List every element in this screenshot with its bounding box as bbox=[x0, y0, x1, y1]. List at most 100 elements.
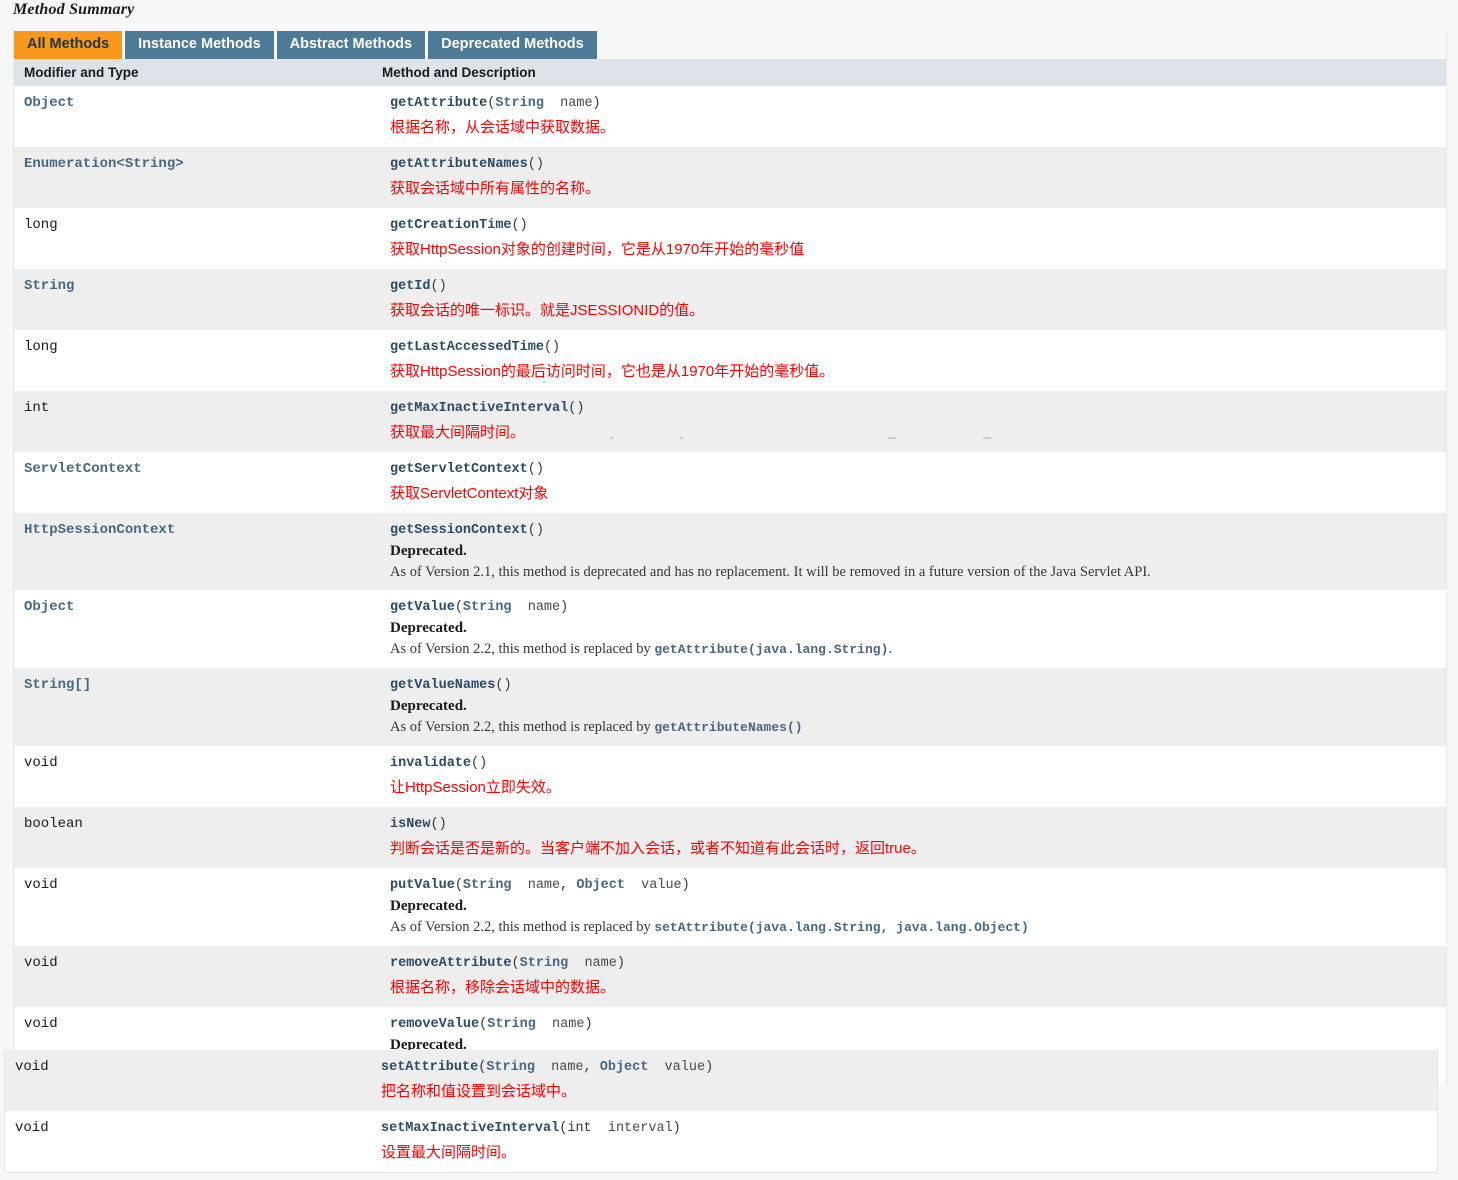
type-link[interactable]: ServletContext bbox=[24, 461, 142, 477]
param-name: value bbox=[648, 1060, 706, 1075]
method-signature: getLastAccessedTime() bbox=[390, 340, 561, 355]
param-type-link[interactable]: String bbox=[486, 1060, 535, 1075]
table-row: int getMaxInactiveInterval() 获取最大间隔时间。 bbox=[14, 391, 1446, 452]
type-link[interactable]: Object bbox=[24, 599, 74, 615]
type-text: int bbox=[24, 400, 50, 416]
deprecated-label: Deprecated. bbox=[390, 543, 467, 559]
method-signature: getAttribute(String name) bbox=[390, 96, 601, 111]
deprecated-label: Deprecated. bbox=[390, 620, 467, 636]
method-name[interactable]: getSessionContext bbox=[390, 523, 528, 538]
tab-all-methods[interactable]: All Methods bbox=[14, 31, 123, 59]
type-text: long bbox=[24, 339, 58, 355]
param-name: name bbox=[511, 878, 561, 893]
method-signature: invalidate() bbox=[390, 756, 488, 771]
table-header-row: Modifier and Type Method and Description bbox=[14, 59, 1446, 86]
method-filter-tabs: All Methods Instance Methods Abstract Meth… bbox=[14, 31, 1446, 59]
method-name[interactable]: getMaxInactiveInterval bbox=[390, 401, 568, 416]
replacement-method-link[interactable]: setAttribute(java.lang.String, java.lang… bbox=[654, 920, 1028, 935]
cell-method-and-description: setMaxInactiveInterval(int interval) 设置最大… bbox=[371, 1111, 1437, 1172]
method-name[interactable]: getValueNames bbox=[390, 678, 495, 693]
cell-modifier-and-type: HttpSessionContext bbox=[14, 513, 380, 590]
param-type: int bbox=[567, 1121, 592, 1136]
tab-instance-methods[interactable]: Instance Methods bbox=[125, 31, 274, 59]
method-signature: removeAttribute(String name) bbox=[390, 956, 625, 971]
cell-method-and-description: getValue(String name) Deprecated. As of Ve… bbox=[380, 590, 1446, 668]
cell-method-and-description: isNew() 判断会话是否是新的。当客户端不加入会话，或者不知道有此会话时，返回… bbox=[380, 807, 1446, 868]
method-name[interactable]: getCreationTime bbox=[390, 218, 512, 233]
replacement-method-link[interactable]: getAttributeNames() bbox=[654, 720, 802, 735]
tab-abstract-methods[interactable]: Abstract Methods bbox=[276, 31, 426, 59]
page-title: Method Summary bbox=[13, 1, 135, 18]
param-type-link[interactable]: Object bbox=[600, 1060, 649, 1075]
param-name: name bbox=[535, 1017, 585, 1032]
param-name: name bbox=[543, 96, 593, 111]
type-link[interactable]: Enumeration<String> bbox=[24, 156, 184, 172]
method-name[interactable]: getValue bbox=[390, 600, 455, 615]
param-type-link[interactable]: String bbox=[520, 956, 569, 971]
tab-deprecated-methods[interactable]: Deprecated Methods bbox=[428, 31, 597, 59]
param-name: interval bbox=[591, 1121, 673, 1136]
method-signature: getValueNames() bbox=[390, 678, 512, 693]
method-name[interactable]: getLastAccessedTime bbox=[390, 340, 544, 355]
type-text: void bbox=[24, 1016, 58, 1032]
method-signature: isNew() bbox=[390, 817, 447, 832]
chinese-annotation: 设置最大间隔时间。 bbox=[381, 1144, 517, 1161]
cell-method-and-description: getAttribute(String name) 根据名称，从会话域中获取数据。 bbox=[380, 86, 1446, 147]
type-link[interactable]: HttpSessionContext bbox=[24, 522, 175, 538]
cell-method-and-description: getMaxInactiveInterval() 获取最大间隔时间。 bbox=[380, 391, 1446, 452]
type-link[interactable]: String bbox=[24, 278, 74, 294]
cell-modifier-and-type: Object bbox=[14, 590, 380, 668]
method-name[interactable]: removeValue bbox=[390, 1017, 479, 1032]
table-row: Object getValue(String name) Deprecated. As… bbox=[14, 590, 1446, 668]
method-name[interactable]: putValue bbox=[390, 878, 455, 893]
deprecated-label: Deprecated. bbox=[390, 898, 467, 914]
param-name: name bbox=[568, 956, 617, 971]
method-signature: getServletContext() bbox=[390, 462, 544, 477]
cell-modifier-and-type: void bbox=[5, 1111, 371, 1172]
table-row: String getId() 获取会话的唯一标识。就是JSESSIONID的值。 bbox=[14, 269, 1446, 330]
chinese-annotation: 判断会话是否是新的。当客户端不加入会话，或者不知道有此会话时，返回true。 bbox=[390, 840, 926, 857]
param-type-link[interactable]: String bbox=[495, 96, 544, 111]
table-row: void setMaxInactiveInterval(int interval)… bbox=[5, 1111, 1437, 1172]
param-type-link[interactable]: String bbox=[463, 878, 512, 893]
param-type-link[interactable]: String bbox=[487, 1017, 536, 1032]
scan-speck bbox=[888, 437, 896, 439]
method-summary-table-tail: void setAttribute(String name, Object val… bbox=[5, 1050, 1437, 1172]
method-name[interactable]: setMaxInactiveInterval bbox=[381, 1121, 559, 1136]
type-link[interactable]: Object bbox=[24, 95, 74, 111]
deprecation-note: As of Version 2.1, this method is deprec… bbox=[390, 564, 1151, 580]
scan-speck bbox=[680, 437, 683, 439]
cell-method-and-description: getCreationTime() 获取HttpSession对象的创建时间，它是… bbox=[380, 208, 1446, 269]
method-name[interactable]: getServletContext bbox=[390, 462, 528, 477]
table-row: String[] getValueNames() Deprecated. As of … bbox=[14, 668, 1446, 746]
cell-method-and-description: getId() 获取会话的唯一标识。就是JSESSIONID的值。 bbox=[380, 269, 1446, 330]
cell-modifier-and-type: void bbox=[14, 946, 380, 1007]
method-name[interactable]: removeAttribute bbox=[390, 956, 512, 971]
param-type-link[interactable]: String bbox=[463, 600, 512, 615]
cell-modifier-and-type: long bbox=[14, 330, 380, 391]
chinese-annotation: 获取HttpSession对象的创建时间，它是从1970年开始的毫秒值 bbox=[390, 241, 805, 258]
type-link[interactable]: String[] bbox=[24, 677, 91, 693]
table-row: ServletContext getServletContext() 获取Servl… bbox=[14, 452, 1446, 513]
table-row: void setAttribute(String name, Object val… bbox=[5, 1050, 1437, 1111]
type-text: boolean bbox=[24, 816, 83, 832]
replacement-method-link[interactable]: getAttribute(java.lang.String) bbox=[654, 642, 888, 657]
method-signature: getValue(String name) bbox=[390, 600, 569, 615]
chinese-annotation: 获取HttpSession的最后访问时间，它也是从1970年开始的毫秒值。 bbox=[390, 363, 835, 380]
method-signature: getId() bbox=[390, 279, 447, 294]
param-name: name bbox=[511, 600, 561, 615]
param-type-link[interactable]: Object bbox=[576, 878, 625, 893]
method-name[interactable]: getAttribute bbox=[390, 96, 487, 111]
chinese-annotation: 把名称和值设置到会话域中。 bbox=[381, 1083, 577, 1100]
method-name[interactable]: getAttributeNames bbox=[390, 157, 528, 172]
table-row: void removeAttribute(String name) 根据名称，移除会… bbox=[14, 946, 1446, 1007]
cell-modifier-and-type: void bbox=[5, 1050, 371, 1111]
scan-speck bbox=[983, 437, 991, 439]
deprecated-label: Deprecated. bbox=[390, 698, 467, 714]
method-name[interactable]: invalidate bbox=[390, 756, 471, 771]
method-name[interactable]: getId bbox=[390, 279, 431, 294]
method-signature: getMaxInactiveInterval() bbox=[390, 401, 585, 416]
chinese-annotation: 获取会话域中所有属性的名称。 bbox=[390, 180, 601, 197]
method-name[interactable]: isNew bbox=[390, 817, 431, 832]
method-name[interactable]: setAttribute bbox=[381, 1060, 478, 1075]
